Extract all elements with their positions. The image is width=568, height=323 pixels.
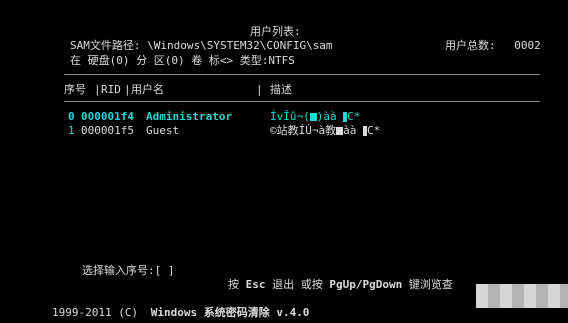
pixelated-watermark [476, 284, 568, 308]
sam-path-label: SAM文件路径: [70, 39, 141, 52]
esc-key-label: Esc [245, 278, 266, 291]
selection-input-prompt[interactable]: 选择输入序号:[ ] [82, 265, 175, 276]
row-rid: 000001f5 [81, 124, 134, 137]
top-divider [64, 74, 540, 75]
row-username: Guest [146, 124, 180, 137]
table-row[interactable]: 0 000001f4 Administrator ÍvÎû¬()àà C* [68, 111, 540, 124]
column-index-header: 序号 [64, 83, 86, 96]
table-header: 序号 | RID | 用户名 | 描述 [64, 84, 540, 98]
disk-location-line: 在 硬盘(0) 分 区(0) 卷 标<> 类型:NTFS [70, 54, 295, 67]
table-row[interactable]: 1 000001f5 Guest ©站教ÍÚ¬à教 àà C* [68, 125, 540, 138]
window-title: 用户列表: [250, 25, 301, 38]
row-index: 0 [68, 110, 75, 123]
row-description: ÍvÎû¬()àà C* [270, 110, 361, 123]
garbled-block-glyph [309, 113, 317, 121]
copyright-line: 1999-2011 (C) Windows 系统密码清除 v.4.0 [52, 306, 310, 319]
column-username-header: 用户名 [131, 83, 164, 96]
row-rid: 000001f4 [81, 110, 134, 123]
user-count: 用户总数: 0002 [445, 40, 541, 51]
column-rid-header: RID [101, 83, 121, 96]
user-count-value: 0002 [514, 39, 541, 52]
column-description-header: 描述 [270, 83, 292, 96]
pgup-pgdown-key-label: PgUp/PgDown [329, 278, 403, 291]
row-index: 1 [68, 124, 75, 137]
row-username: Administrator [146, 110, 233, 123]
keyboard-hint: 按 Esc 退出 或按 PgUp/PgDown 键浏览查 [228, 278, 453, 291]
column-divider: | [256, 83, 263, 96]
header-divider [64, 101, 540, 102]
sam-path-line: SAM文件路径: \Windows\SYSTEM32\CONFIG\sam [70, 40, 333, 51]
sam-path-value: \Windows\SYSTEM32\CONFIG\sam [147, 39, 333, 52]
column-divider: | [124, 83, 131, 96]
user-count-label: 用户总数: [445, 39, 496, 52]
row-description: ©站教ÍÚ¬à教 àà C* [270, 124, 381, 137]
column-divider: | [94, 83, 101, 96]
